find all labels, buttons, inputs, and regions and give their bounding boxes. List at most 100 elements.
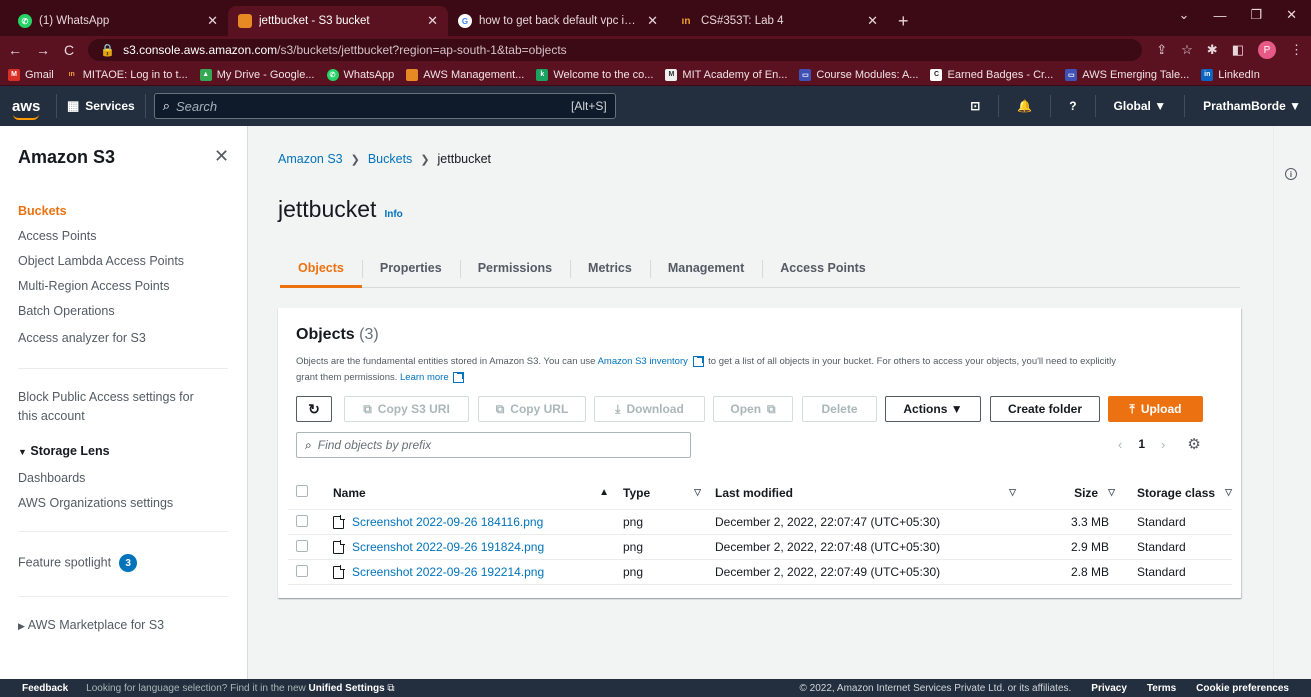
close-icon[interactable]: ✕ (427, 13, 438, 29)
bookmark-aws-emerging[interactable]: ▭ AWS Emerging Tale... (1065, 68, 1189, 81)
find-objects-input[interactable]: ⌕ Find objects by prefix (296, 432, 691, 458)
reload-icon[interactable]: C (64, 42, 74, 58)
column-storage-class[interactable]: Storage class ▽ (1125, 486, 1232, 500)
table-row[interactable]: Screenshot 2022-09-26 191824.png png Dec… (288, 535, 1232, 560)
object-link[interactable]: Screenshot 2022-09-26 192214.png (352, 565, 544, 579)
column-last-modified[interactable]: Last modified ▽ (715, 486, 1030, 500)
close-icon[interactable]: ✕ (214, 146, 229, 167)
bookmark-drive[interactable]: ▲ My Drive - Google... (199, 68, 315, 81)
sidebar-item-marketplace[interactable]: ▶ AWS Marketplace for S3 (18, 618, 164, 632)
aws-logo[interactable]: aws (12, 98, 42, 120)
tab-objects[interactable]: Objects (280, 248, 362, 288)
url-input[interactable]: 🔒 s3.console.aws.amazon.com/s3/buckets/j… (88, 39, 1143, 61)
sidebar-item-multi-region[interactable]: Multi-Region Access Points (18, 279, 169, 293)
sidebar-item-object-lambda[interactable]: Object Lambda Access Points (18, 254, 184, 268)
bookmark-whatsapp[interactable]: ✆ WhatsApp (326, 68, 394, 81)
learn-more-link[interactable]: Learn more (400, 372, 449, 383)
terms-link[interactable]: Terms (1147, 683, 1176, 694)
close-icon[interactable]: ✕ (207, 13, 218, 29)
bookmark-mitaoe[interactable]: ın MITAOE: Log in to t... (66, 69, 188, 81)
sidebar-item-dashboards[interactable]: Dashboards (18, 471, 85, 485)
tab-metrics[interactable]: Metrics (570, 248, 650, 287)
row-checkbox[interactable] (296, 539, 308, 552)
column-size[interactable]: Size ▽ (1030, 486, 1125, 500)
current-page[interactable]: 1 (1138, 437, 1145, 451)
sidebar-item-feature-spotlight[interactable]: Feature spotlight 3 (18, 554, 138, 572)
forward-icon[interactable]: → (36, 42, 50, 58)
bookmark-badges[interactable]: C Earned Badges - Cr... (930, 68, 1053, 81)
bookmark-aws[interactable]: AWS Management... (406, 68, 524, 81)
sidebar-item-org-settings[interactable]: AWS Organizations settings (18, 496, 173, 510)
page-scrollbar[interactable]: i (1273, 126, 1311, 679)
table-row[interactable]: Screenshot 2022-09-26 184116.png png Dec… (288, 510, 1232, 535)
menu-icon[interactable]: ⋮ (1290, 42, 1303, 58)
browser-tab-s3[interactable]: jettbucket - S3 bucket ✕ (228, 6, 448, 36)
row-checkbox[interactable] (296, 514, 308, 527)
object-link[interactable]: Screenshot 2022-09-26 184116.png (352, 515, 543, 529)
refresh-button[interactable]: ↻ (296, 396, 332, 422)
bell-icon[interactable]: 🔔 (1017, 99, 1032, 113)
sidebar-item-buckets[interactable]: Buckets (18, 204, 67, 218)
back-icon[interactable]: ← (8, 42, 22, 58)
tab-management[interactable]: Management (649, 248, 762, 287)
browser-tab-google[interactable]: G how to get back default vpc in aw ✕ (448, 6, 668, 36)
info-link[interactable]: Info (384, 209, 402, 220)
restore-icon[interactable]: ❐ (1250, 7, 1262, 23)
services-menu-button[interactable]: ▦ Services (56, 94, 146, 118)
select-all-checkbox[interactable] (296, 485, 308, 497)
tab-properties[interactable]: Properties (361, 248, 460, 287)
bookmark-mit[interactable]: M MIT Academy of En... (665, 68, 787, 81)
close-icon[interactable]: ✕ (867, 13, 878, 29)
user-menu[interactable]: PrathamBorde ▼ (1203, 99, 1301, 113)
help-icon[interactable]: ? (1069, 99, 1076, 113)
bookmark-gmail[interactable]: M Gmail (8, 68, 54, 81)
unified-settings-link[interactable]: Unified Settings (309, 683, 385, 694)
delete-button[interactable]: Delete (802, 396, 877, 422)
next-page-icon[interactable]: › (1161, 437, 1165, 452)
bookmark-course[interactable]: ▭ Course Modules: A... (799, 68, 918, 81)
bookmark-linkedin[interactable]: in LinkedIn (1201, 68, 1260, 81)
info-icon[interactable]: i (1285, 168, 1297, 180)
breadcrumb-buckets[interactable]: Buckets (368, 152, 412, 166)
cookie-preferences-link[interactable]: Cookie preferences (1196, 683, 1289, 694)
new-tab-button[interactable]: + (888, 6, 919, 36)
actions-button[interactable]: Actions ▼ (885, 396, 981, 422)
chevron-down-icon[interactable]: ⌄ (1179, 7, 1190, 23)
prev-page-icon[interactable]: ‹ (1118, 437, 1122, 452)
open-button[interactable]: Open ⧉ (713, 396, 793, 422)
sidebar-item-block-public[interactable]: Block Public Access settings for this acc… (18, 390, 194, 428)
profile-avatar[interactable]: P (1258, 41, 1276, 59)
extensions-icon[interactable]: ✱ (1207, 42, 1218, 58)
upload-button[interactable]: ⤒ Upload (1108, 396, 1203, 422)
privacy-link[interactable]: Privacy (1091, 683, 1127, 694)
sidebar-item-access-points[interactable]: Access Points (18, 229, 97, 243)
tab-access-points[interactable]: Access Points (762, 248, 883, 287)
breadcrumb-amazon-s3[interactable]: Amazon S3 (278, 152, 343, 166)
row-checkbox[interactable] (296, 564, 308, 577)
share-icon[interactable]: ⇪ (1156, 42, 1167, 58)
close-window-icon[interactable]: ✕ (1286, 7, 1297, 23)
table-row[interactable]: Screenshot 2022-09-26 192214.png png Dec… (288, 560, 1232, 585)
inventory-link[interactable]: Amazon S3 inventory (598, 356, 688, 367)
gear-icon[interactable]: ⚙ (1187, 435, 1200, 453)
cloudshell-icon[interactable]: ⊡ (970, 99, 980, 113)
sidebar-section-storage-lens[interactable]: ▼ Storage Lens (18, 444, 110, 458)
sidebar-item-access-analyzer[interactable]: Access analyzer for S3 (18, 331, 146, 345)
sidebar-item-batch-operations[interactable]: Batch Operations (18, 304, 115, 318)
download-button[interactable]: ⤓ Download (594, 396, 705, 422)
sidepanel-icon[interactable]: ◧ (1232, 42, 1244, 58)
copy-s3-uri-button[interactable]: ⧉ Copy S3 URI (344, 396, 469, 422)
column-type[interactable]: Type ▽ (623, 486, 715, 500)
object-link[interactable]: Screenshot 2022-09-26 191824.png (352, 540, 544, 554)
region-selector[interactable]: Global ▼ (1114, 99, 1167, 113)
column-name[interactable]: Name ▲ (333, 486, 623, 500)
close-icon[interactable]: ✕ (647, 13, 658, 29)
copy-url-button[interactable]: ⧉ Copy URL (478, 396, 586, 422)
browser-tab-whatsapp[interactable]: ✆ (1) WhatsApp ✕ (8, 6, 228, 36)
star-icon[interactable]: ☆ (1181, 42, 1193, 58)
minimize-icon[interactable]: — (1213, 8, 1226, 23)
browser-tab-lab[interactable]: ın CS#353T: Lab 4 ✕ (668, 6, 888, 36)
create-folder-button[interactable]: Create folder (990, 396, 1100, 422)
bookmark-welcome[interactable]: k Welcome to the co... (536, 68, 653, 81)
tab-permissions[interactable]: Permissions (459, 248, 570, 287)
